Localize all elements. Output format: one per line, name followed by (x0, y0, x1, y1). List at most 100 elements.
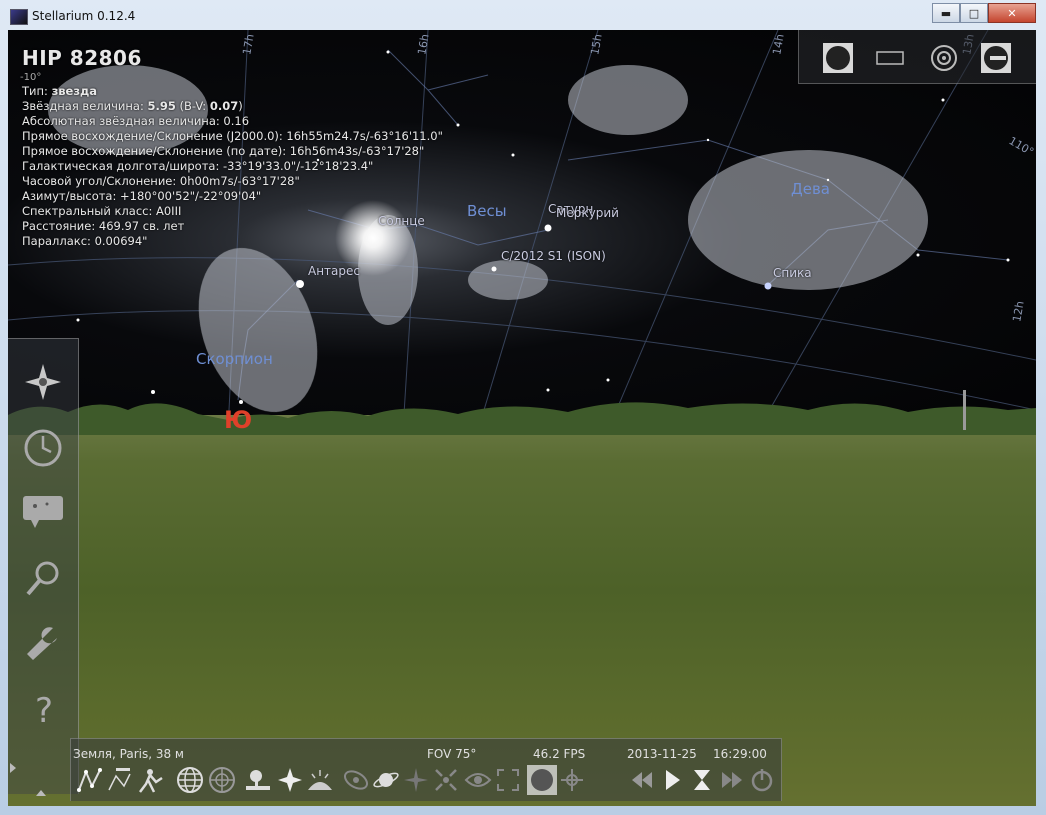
real-time-speed-button[interactable] (657, 765, 687, 795)
fullscreen-icon (823, 43, 853, 73)
decrease-time-speed-button[interactable] (627, 765, 657, 795)
info-abs-magnitude: Абсолютная звёздная величина: 0.16 (22, 114, 250, 128)
maximize-button[interactable]: □ (960, 3, 988, 23)
close-button[interactable]: ✕ (988, 3, 1036, 23)
equatorial-mount-button[interactable] (401, 765, 431, 795)
center-target-icon (435, 769, 457, 791)
info-magnitude: Звёздная величина: 5.95 (B-V: 0.07) (22, 99, 243, 113)
eye-icon (464, 773, 492, 787)
nebula-icon (343, 770, 369, 790)
rewind-icon (632, 772, 652, 788)
hourglass-icon (694, 770, 710, 790)
crosshair-button[interactable] (557, 765, 587, 795)
quit-button[interactable] (979, 41, 1013, 75)
azimuthal-grid-button[interactable] (207, 765, 237, 795)
play-icon (666, 770, 680, 790)
center-selected-button[interactable] (431, 765, 461, 795)
label-comet[interactable]: C/2012 S1 (ISON) (501, 249, 606, 263)
info-galactic: Галактическая долгота/широта: -33°19'33.… (22, 159, 374, 173)
info-radec-j2000: Прямое восхождение/Склонение (J2000.0): … (22, 129, 443, 143)
ground-button[interactable] (243, 765, 273, 795)
expand-icon (497, 769, 519, 791)
constellation-art-icon (139, 769, 163, 793)
fast-forward-icon (722, 772, 742, 788)
constellation-art-button[interactable] (135, 765, 165, 795)
globe-grid-icon (177, 767, 203, 793)
status-fps: 46.2 FPS (533, 747, 586, 761)
constellation-lines-button[interactable] (75, 765, 105, 795)
help-button[interactable]: ? (20, 685, 66, 731)
stellarium-app-icon (10, 9, 28, 25)
sky-view-options-button[interactable] (20, 489, 66, 535)
exit-icon (981, 43, 1011, 73)
object-name: HIP 82806 (22, 46, 142, 70)
atmosphere-icon (308, 770, 332, 790)
moon-icon (531, 769, 553, 791)
left-toolbar: ? (8, 338, 79, 794)
svg-text:?: ? (35, 691, 53, 728)
target-icon (931, 45, 957, 71)
label-antares[interactable]: Антарес (308, 264, 360, 278)
fullscreen-toggle-button[interactable] (493, 765, 523, 795)
window-mode-button[interactable] (873, 41, 907, 75)
sky-view-icon (23, 496, 63, 528)
atmosphere-button[interactable] (305, 765, 335, 795)
mount-icon (404, 768, 428, 792)
label-sun[interactable]: Солнце (378, 214, 425, 228)
status-time: 16:29:00 (713, 747, 767, 761)
status-fov: FOV 75° (427, 747, 477, 761)
configuration-button[interactable] (20, 619, 66, 665)
ground-icon (246, 770, 270, 790)
azimuth-grid-icon (209, 767, 235, 793)
window-icon (876, 51, 904, 65)
search-window-button[interactable] (20, 555, 66, 601)
expand-sidebar-arrow-icon[interactable] (10, 763, 16, 773)
location-window-button[interactable] (20, 359, 66, 405)
horizon-trees (8, 390, 1036, 435)
search-icon (26, 561, 59, 596)
constellation-names-icon (108, 768, 131, 791)
top-right-toolbar (798, 30, 1036, 84)
power-icon (751, 769, 773, 792)
compass-star-icon (25, 364, 61, 400)
night-mode-button[interactable] (927, 41, 961, 75)
info-azimuth: Азимут/высота: +180°00'52"/-22°09'04" (22, 189, 262, 203)
grid-mark: -10° (20, 72, 42, 83)
title-bar[interactable]: Stellarium 0.12.4 ▬ □ ✕ (0, 0, 1046, 30)
equatorial-grid-button[interactable] (175, 765, 205, 795)
quit-app-button[interactable] (747, 765, 777, 795)
help-icon: ? (35, 691, 53, 728)
bottom-toolbar: Земля, Paris, 38 м FOV 75° 46.2 FPS 2013… (70, 738, 782, 801)
info-type: Тип: звезда (22, 84, 98, 98)
night-vision-button[interactable] (463, 765, 493, 795)
expand-bottombar-arrow-icon[interactable] (36, 790, 46, 796)
minimize-button[interactable]: ▬ (932, 3, 960, 23)
info-parallax: Параллакс: 0.00694" (22, 234, 148, 248)
date-time-button[interactable] (20, 425, 66, 471)
sky-view[interactable]: 17h 16h 15h 14h 13h 110° 12h HIP 82806 -… (8, 30, 1036, 806)
planet-icon (373, 772, 399, 788)
current-time-button[interactable] (687, 765, 717, 795)
status-location: Земля, Paris, 38 м (73, 747, 184, 761)
info-radec-date: Прямое восхождение/Склонение (по дате): … (22, 144, 425, 158)
label-mercury[interactable]: Меркурий (556, 206, 619, 220)
constellation-names-button[interactable] (105, 765, 135, 795)
planets-labels-button[interactable] (371, 765, 401, 795)
app-window: Stellarium 0.12.4 ▬ □ ✕ 17h 16h 15h 14h … (0, 0, 1046, 815)
window-title: Stellarium 0.12.4 (32, 9, 136, 23)
cardinal-star-icon (278, 768, 302, 792)
crosshair-icon (561, 769, 583, 791)
cardinal-points-button[interactable] (275, 765, 305, 795)
status-date: 2013-11-25 (627, 747, 697, 761)
clock-icon (24, 429, 62, 467)
constellation-libra: Весы (467, 202, 507, 220)
sky-culture-button[interactable] (527, 765, 557, 795)
constellation-lines-icon (77, 768, 102, 792)
info-hour-angle: Часовой угол/Склонение: 0h00m7s/-63°17'2… (22, 174, 300, 188)
label-spica[interactable]: Спика (773, 266, 812, 280)
cardinal-south: Ю (224, 406, 253, 434)
nebulae-button[interactable] (341, 765, 371, 795)
fullscreen-button[interactable] (821, 41, 855, 75)
constellation-scorpius: Скорпион (196, 350, 273, 368)
increase-time-speed-button[interactable] (717, 765, 747, 795)
